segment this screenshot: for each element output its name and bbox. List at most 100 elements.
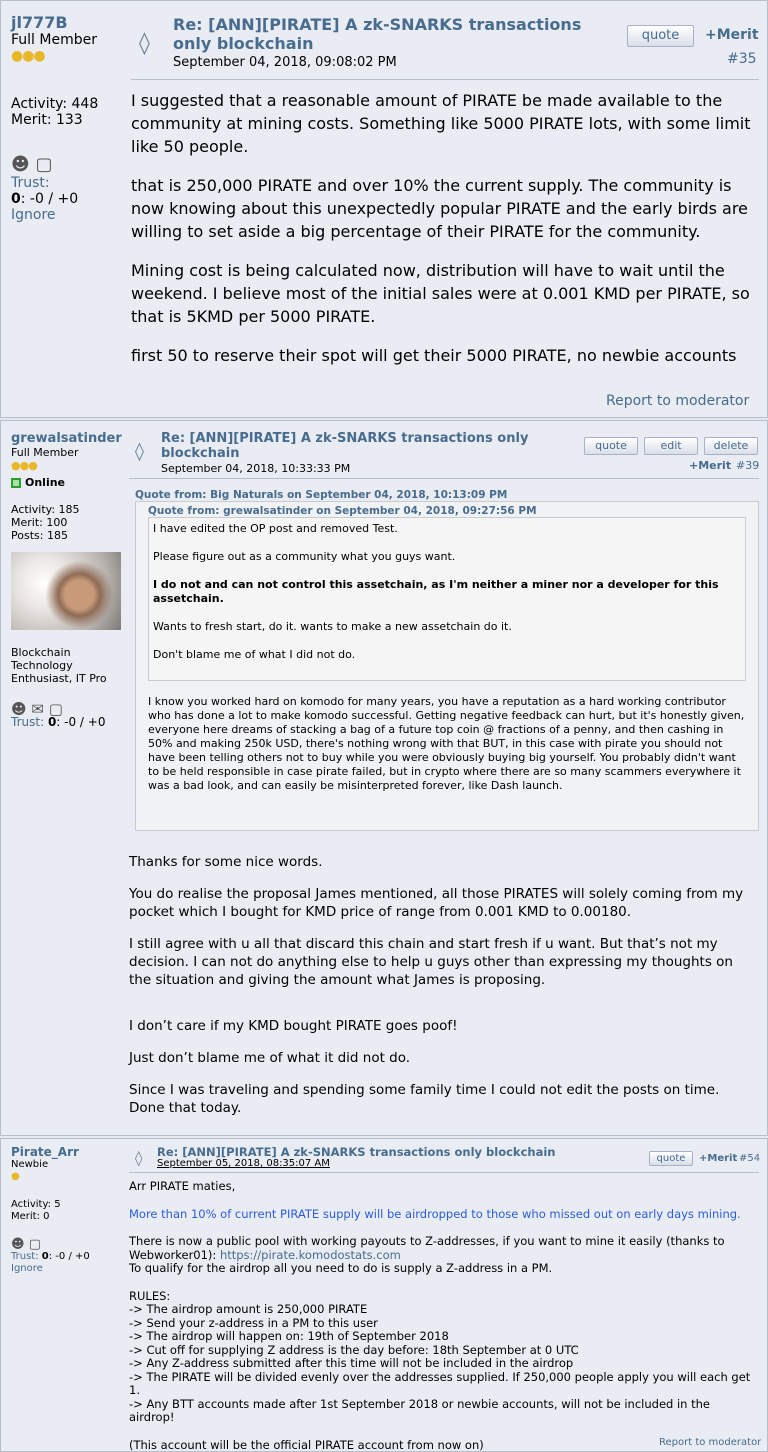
online-label: Online	[25, 476, 66, 489]
post-paragraph: I still agree with u all that discard th…	[129, 936, 733, 988]
divider	[129, 478, 759, 479]
poster-info: jl777B Full Member ●●● Activity: 448 Mer…	[11, 13, 98, 223]
poster-merit: Merit: 133	[11, 112, 83, 128]
report-to-moderator-link[interactable]: Report to moderator	[659, 1437, 761, 1448]
poster-activity: Activity: 448	[11, 96, 99, 112]
outer-quote-header[interactable]: Quote from: Big Naturals on September 04…	[135, 489, 759, 501]
post-paragraph: You do realise the proposal James mentio…	[129, 886, 744, 920]
profile-icons: ☻ ▢	[11, 1237, 90, 1252]
post-paragraph: Thanks for some nice words.	[129, 854, 323, 870]
outer-quote-text: I know you worked hard on komodo for man…	[148, 695, 745, 792]
pool-description: There is now a public pool with working …	[129, 1234, 725, 1262]
rule-item: -> Any BTT accounts made after 1st Septe…	[129, 1396, 710, 1424]
post-subject[interactable]: Re: [ANN][PIRATE] A zk-SNARKS transactio…	[157, 1145, 555, 1159]
avatar	[11, 552, 121, 630]
message-icon[interactable]: ▢	[36, 154, 53, 175]
rule-item: -> Cut off for supplying Z address is th…	[129, 1342, 579, 1357]
quote-button[interactable]: quote	[584, 437, 638, 455]
merit-button[interactable]: +Merit	[705, 27, 759, 43]
poster-rank: Newbie	[11, 1159, 49, 1170]
poster-merit: Merit: 100	[11, 516, 68, 529]
subject-line-2[interactable]: blockchain	[161, 446, 528, 461]
post-35: jl777B Full Member ●●● Activity: 448 Mer…	[0, 0, 768, 418]
report-to-moderator-link[interactable]: Report to moderator	[606, 393, 749, 409]
personal-text: Blockchain Technology Enthusiast, IT Pro	[11, 646, 122, 685]
poster-info: grewalsatinder Full Member ●●● Online Ac…	[11, 431, 122, 729]
pool-text: There is now a public pool with working …	[129, 1234, 759, 1262]
poster-info: Pirate_Arr Newbie ● Activity: 5 Merit: 0…	[11, 1145, 90, 1275]
online-icon	[11, 478, 21, 488]
trust-value: 0	[11, 191, 21, 207]
poster-username[interactable]: jl777B	[11, 13, 98, 32]
ignore-link[interactable]: Ignore	[11, 207, 98, 223]
trust-value: 0	[41, 1251, 49, 1262]
personal-text-line: Blockchain	[11, 646, 71, 659]
rule-item: -> Any Z-address submitted after this ti…	[129, 1356, 574, 1370]
greeting-text: Arr PIRATE maties,	[129, 1179, 236, 1193]
trust-label[interactable]: Trust:	[11, 1251, 39, 1262]
post-paragraph: first 50 to reserve their spot will get …	[131, 346, 737, 365]
quote-line: Wants to fresh start, do it. wants to ma…	[153, 620, 512, 633]
post-number[interactable]: #39	[736, 459, 759, 472]
poster-merit: Merit: 0	[11, 1211, 50, 1222]
post-date: September 04, 2018, 10:33:33 PM	[161, 462, 351, 475]
delete-button[interactable]: delete	[704, 437, 758, 455]
post-date: September 04, 2018, 09:08:02 PM	[173, 55, 397, 70]
merit-button[interactable]: +Merit	[689, 459, 731, 472]
post-subject-icon: ◊	[135, 441, 144, 462]
subject-line-2[interactable]: only blockchain	[173, 34, 581, 53]
rule-item: -> Send your z-address in a PM to this u…	[129, 1315, 378, 1330]
edit-button[interactable]: edit	[644, 437, 698, 455]
post-date: September 05, 2018, 08:35:07 AM	[157, 1158, 330, 1169]
quote-line: Please figure out as a community what yo…	[153, 550, 456, 563]
poster-activity: Activity: 5	[11, 1199, 61, 1210]
trust-label[interactable]: Trust:	[11, 715, 44, 729]
subject-line-1[interactable]: Re: [ANN][PIRATE] A zk-SNARKS transactio…	[173, 15, 581, 34]
quote-button[interactable]: quote	[649, 1151, 693, 1166]
post-body: Thanks for some nice words. You do reali…	[129, 853, 759, 1117]
quote-button[interactable]: quote	[627, 25, 694, 47]
message-icon[interactable]: ▢	[29, 1237, 41, 1252]
rank-stars-icon: ●●●	[11, 459, 38, 472]
merit-button[interactable]: +Merit	[699, 1153, 737, 1164]
ignore-link[interactable]: Ignore	[11, 1263, 90, 1275]
rank-stars-icon: ●●●	[11, 48, 46, 64]
qualify-text: To qualify for the airdrop all you need …	[129, 1261, 553, 1275]
divider	[129, 1172, 759, 1173]
post-39: grewalsatinder Full Member ●●● Online Ac…	[0, 420, 768, 1136]
poster-rank: Full Member	[11, 446, 79, 459]
profile-icons: ☻ ▢	[11, 154, 98, 175]
subject-line-1[interactable]: Re: [ANN][PIRATE] A zk-SNARKS transactio…	[161, 431, 528, 446]
poster-username[interactable]: Pirate_Arr	[11, 1145, 90, 1159]
post-subject[interactable]: Re: [ANN][PIRATE] A zk-SNARKS transactio…	[161, 431, 528, 461]
post-number[interactable]: #54	[739, 1153, 760, 1164]
post-subject[interactable]: Re: [ANN][PIRATE] A zk-SNARKS transactio…	[173, 15, 581, 53]
post-body: Arr PIRATE maties, More than 10% of curr…	[129, 1179, 759, 1452]
poster-posts: Posts: 185	[11, 529, 68, 542]
quote-line: Don't blame me of what I did not do.	[153, 648, 356, 661]
trust-score: Trust: 0: -0 / +0	[11, 1251, 90, 1263]
outer-quote-box: Quote from: grewalsatinder on September …	[135, 501, 759, 831]
post-paragraph: Mining cost is being calculated now, dis…	[131, 261, 750, 326]
post-paragraph: Just don’t blame me of what it did not d…	[129, 1050, 411, 1066]
rule-item: -> The airdrop amount is 250,000 PIRATE	[129, 1302, 368, 1316]
profile-icon[interactable]: ☻	[11, 154, 30, 175]
personal-text-line: Enthusiast, IT Pro	[11, 672, 107, 685]
profile-icon[interactable]: ☻	[11, 1237, 25, 1252]
trust-rest: : -0 / +0	[48, 1251, 90, 1262]
quote-line: I do not and can not control this assetc…	[153, 578, 719, 605]
post-body: I suggested that a reasonable amount of …	[131, 89, 759, 367]
rule-item: -> The PIRATE will be divided evenly ove…	[129, 1369, 751, 1397]
post-paragraph: that is 250,000 PIRATE and over 10% the …	[131, 176, 748, 241]
post-subject-icon: ◊	[135, 1149, 143, 1167]
rule-item: -> The airdrop will happen on: 19th of S…	[129, 1329, 449, 1343]
trust-rest: : -0 / +0	[56, 715, 106, 729]
inner-quote-header[interactable]: Quote from: grewalsatinder on September …	[148, 505, 746, 517]
outer-quote: Quote from: Big Naturals on September 04…	[135, 489, 759, 831]
pool-link[interactable]: https://pirate.komodostats.com	[220, 1248, 401, 1262]
poster-username[interactable]: grewalsatinder	[11, 431, 122, 446]
online-status: Online	[11, 476, 122, 489]
trust-label[interactable]: Trust:	[11, 175, 98, 191]
post-number[interactable]: #35	[727, 51, 757, 67]
rules-title: RULES:	[129, 1288, 171, 1303]
